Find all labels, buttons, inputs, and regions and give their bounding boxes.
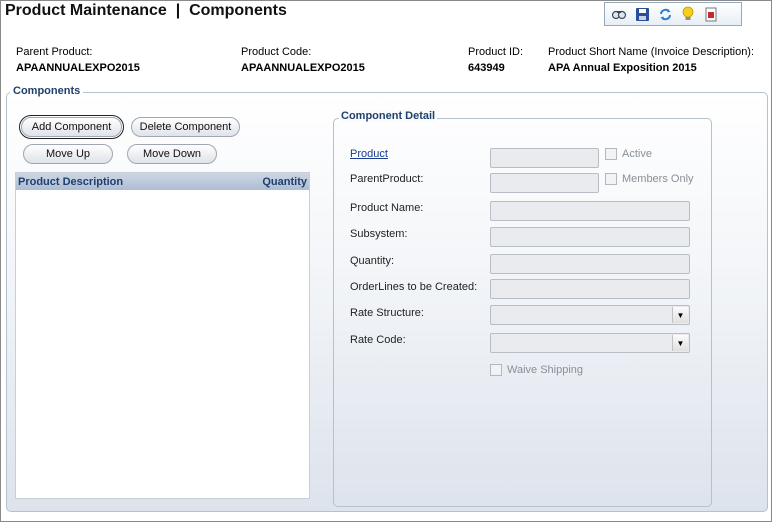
product-name-field[interactable] (490, 201, 690, 221)
rate-structure-select[interactable]: ▼ (490, 305, 690, 325)
waive-shipping-checkbox-box[interactable] (490, 364, 502, 376)
orderlines-label: OrderLines to be Created: (350, 281, 478, 293)
waive-shipping-label: Waive Shipping (507, 364, 584, 376)
product-id-label: Product ID: (468, 46, 524, 58)
report-icon[interactable] (701, 4, 721, 24)
subsystem-field[interactable] (490, 227, 690, 247)
column-header-product-description[interactable]: Product Description (18, 176, 123, 188)
quantity-label: Quantity: (350, 255, 395, 267)
add-component-button[interactable]: Add Component (19, 115, 124, 139)
components-grid[interactable]: Product Description Quantity (15, 172, 310, 499)
short-name-value: APA Annual Exposition 2015 (548, 62, 697, 74)
quantity-field[interactable] (490, 254, 690, 274)
parent-product-info: Parent Product: APAANNUALEXPO2015 (16, 46, 140, 74)
product-code-value: APAANNUALEXPO2015 (241, 62, 365, 74)
orderlines-field[interactable] (490, 279, 690, 299)
move-up-button[interactable]: Move Up (23, 144, 113, 164)
toolbar (604, 2, 742, 26)
product-id-info: Product ID: 643949 (468, 46, 523, 74)
product-id-value: 643949 (468, 62, 505, 74)
product-code-label: Product Code: (241, 46, 312, 58)
find-icon[interactable] (609, 4, 629, 24)
parent-product-value: APAANNUALEXPO2015 (16, 62, 140, 74)
column-header-quantity[interactable]: Quantity (262, 176, 307, 188)
parent-product-label: Parent Product: (16, 46, 93, 58)
members-only-checkbox[interactable]: Members Only (605, 173, 694, 185)
move-down-button[interactable]: Move Down (127, 144, 217, 164)
rate-structure-label: Rate Structure: (350, 307, 424, 319)
product-link[interactable]: Product (350, 148, 388, 160)
short-name-info: Product Short Name (Invoice Description)… (548, 46, 754, 74)
product-name-label: Product Name: (350, 202, 424, 214)
product-code-info: Product Code: APAANNUALEXPO2015 (241, 46, 365, 74)
parent-product-field-label: ParentProduct: (350, 173, 424, 185)
component-detail-legend: Component Detail (339, 110, 438, 122)
waive-shipping-checkbox[interactable]: Waive Shipping (490, 364, 583, 376)
active-label: Active (622, 148, 652, 160)
members-only-label: Members Only (622, 173, 694, 185)
subsystem-label: Subsystem: (350, 228, 408, 240)
product-field[interactable] (490, 148, 599, 168)
save-icon[interactable] (632, 4, 652, 24)
chevron-down-icon[interactable]: ▼ (672, 335, 688, 351)
members-only-checkbox-box[interactable] (605, 173, 617, 185)
short-name-label: Product Short Name (Invoice Description)… (548, 46, 755, 58)
active-checkbox[interactable]: Active (605, 148, 652, 160)
rate-code-label: Rate Code: (350, 334, 406, 346)
delete-component-button[interactable]: Delete Component (131, 117, 240, 137)
refresh-icon[interactable] (655, 4, 675, 24)
parent-product-field[interactable] (490, 173, 599, 193)
page-title: Product Maintenance | Components (5, 2, 287, 19)
chevron-down-icon[interactable]: ▼ (672, 307, 688, 323)
active-checkbox-box[interactable] (605, 148, 617, 160)
grid-header: Product Description Quantity (16, 173, 309, 190)
help-bulb-icon[interactable] (678, 4, 698, 24)
rate-code-select[interactable]: ▼ (490, 333, 690, 353)
components-legend: Components (10, 85, 84, 97)
